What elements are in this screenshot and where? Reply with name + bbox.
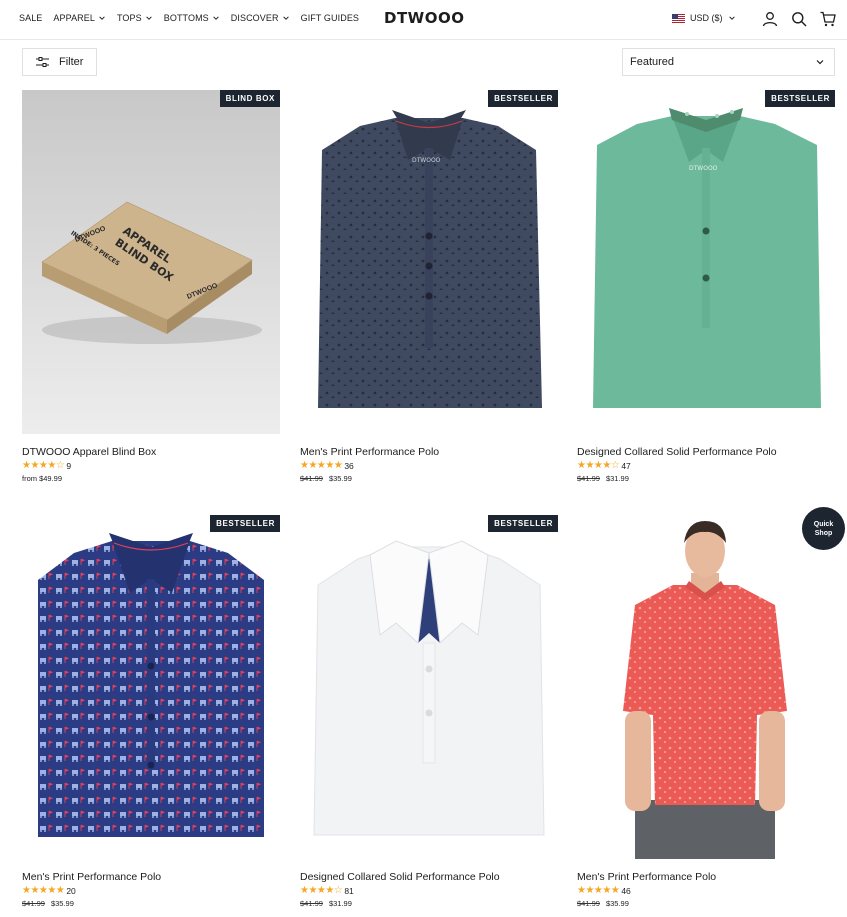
nav-label: DISCOVER — [230, 13, 279, 23]
filter-button[interactable]: Filter — [22, 48, 97, 76]
sort-select[interactable]: Featured — [622, 48, 835, 76]
nav-label: TOPS — [116, 13, 142, 23]
compare-price: $41.99 — [577, 474, 600, 483]
review-count: 36 — [344, 460, 354, 471]
product-title[interactable]: Designed Collared Solid Performance Polo — [300, 871, 500, 883]
account-icon[interactable] — [762, 11, 778, 27]
currency-selector[interactable]: USD ($) — [672, 13, 736, 23]
quick-shop-label-line2: Shop — [814, 529, 833, 537]
sort-value: Featured — [630, 56, 675, 68]
quick-shop-button[interactable]: Quick Shop — [802, 507, 845, 550]
chevron-down-icon — [99, 16, 105, 20]
cart-icon[interactable] — [820, 11, 836, 27]
product-price: $41.99 $35.99 — [22, 899, 74, 908]
compare-price: $41.99 — [300, 474, 323, 483]
nav-label: BOTTOMS — [163, 13, 209, 23]
product-price: from $49.99 — [22, 474, 62, 483]
nav-label: APPAREL — [53, 13, 95, 23]
svg-text:DTWOOO: DTWOOO — [412, 157, 441, 164]
current-price: from $49.99 — [22, 474, 63, 483]
product-title[interactable]: Men's Print Performance Polo — [300, 446, 439, 458]
product-badge: BLIND BOX — [219, 90, 280, 107]
compare-price: $41.99 — [577, 899, 600, 908]
chevron-down-icon — [728, 16, 735, 20]
site-logo[interactable]: DTWOOO — [384, 9, 464, 27]
review-count: 9 — [66, 460, 72, 471]
product-badge: BESTSELLER — [488, 90, 558, 107]
nav-tops[interactable]: TOPS — [117, 13, 153, 23]
chevron-down-icon — [282, 16, 289, 20]
site-header: SALE APPAREL TOPS BOTTOMS DISCOVER GIFT … — [0, 0, 847, 40]
review-count: 20 — [66, 885, 76, 896]
star-rating-icon: ★★★★☆ — [577, 460, 620, 471]
product-title[interactable]: Men's Print Performance Polo — [22, 871, 161, 883]
white-polo-image — [300, 515, 558, 859]
current-price: $35.99 — [328, 474, 352, 483]
chevron-down-icon — [213, 16, 219, 20]
coral-polo-model-image — [577, 515, 835, 859]
currency-label: USD ($) — [690, 13, 723, 23]
star-rating-icon: ★★★★☆ — [300, 885, 343, 896]
product-rating: ★★★★★ 20 — [22, 885, 76, 896]
main-nav: SALE APPAREL TOPS BOTTOMS DISCOVER GIFT … — [19, 13, 359, 23]
nav-discover[interactable]: DISCOVER — [231, 13, 290, 23]
svg-text:DTWOOO: DTWOOO — [689, 165, 718, 172]
current-price: $31.99 — [328, 899, 352, 908]
product-image[interactable]: BESTSELLER — [22, 515, 280, 859]
product-price: $41.99 $31.99 — [300, 899, 352, 908]
star-rating-icon: ★★★★★ — [22, 885, 65, 896]
nav-sale[interactable]: SALE — [19, 13, 42, 23]
nav-label: GIFT GUIDES — [300, 13, 360, 23]
quick-shop-label-line1: Quick — [813, 520, 834, 528]
search-icon[interactable] — [791, 11, 807, 27]
chevron-down-icon — [816, 60, 824, 65]
review-count: 47 — [621, 460, 631, 471]
review-count: 81 — [344, 885, 354, 896]
green-polo-image: DTWOOO — [577, 90, 835, 434]
product-price: $41.99 $35.99 — [300, 474, 352, 483]
blind-box-image: APPAREL BLIND BOX INSIDE: 3 PIECES DTWOO… — [22, 90, 280, 434]
nav-gift-guides[interactable]: GIFT GUIDES — [301, 13, 359, 23]
product-rating: ★★★★★ 36 — [300, 460, 354, 471]
product-rating: ★★★★★ 46 — [577, 885, 631, 896]
product-badge: BESTSELLER — [765, 90, 835, 107]
star-rating-icon: ★★★★★ — [300, 460, 343, 471]
current-price: $35.99 — [50, 899, 74, 908]
current-price: $31.99 — [605, 474, 629, 483]
product-price: $41.99 $31.99 — [577, 474, 629, 483]
current-price: $35.99 — [605, 899, 629, 908]
product-image[interactable]: APPAREL BLIND BOX INSIDE: 3 PIECES DTWOO… — [22, 90, 280, 434]
product-image[interactable]: DTWOOO BESTSELLER — [577, 90, 835, 434]
us-flag-icon — [672, 13, 685, 23]
product-price: $41.99 $35.99 — [577, 899, 629, 908]
nav-bottoms[interactable]: BOTTOMS — [164, 13, 220, 23]
star-rating-icon: ★★★★★ — [577, 885, 620, 896]
product-image[interactable]: DTWOOO BESTSELLER — [300, 90, 558, 434]
product-rating: ★★★★☆ 47 — [577, 460, 631, 471]
product-badge: BESTSELLER — [488, 515, 558, 532]
nav-label: SALE — [19, 13, 43, 23]
compare-price: $41.99 — [22, 899, 45, 908]
compare-price: $41.99 — [300, 899, 323, 908]
nav-apparel[interactable]: APPAREL — [53, 13, 106, 23]
navy-polo-image: DTWOOO — [300, 90, 558, 434]
product-badge: BESTSELLER — [210, 515, 280, 532]
product-title[interactable]: Men's Print Performance Polo — [577, 871, 716, 883]
filter-label: Filter — [59, 56, 84, 68]
product-rating: ★★★★☆ 9 — [22, 460, 71, 471]
star-rating-icon: ★★★★☆ — [22, 460, 65, 471]
product-rating: ★★★★☆ 81 — [300, 885, 354, 896]
blue-golfcart-polo-image — [22, 515, 280, 859]
product-title[interactable]: DTWOOO Apparel Blind Box — [22, 446, 156, 458]
product-title[interactable]: Designed Collared Solid Performance Polo — [577, 446, 777, 458]
chevron-down-icon — [145, 16, 152, 20]
product-image[interactable] — [577, 515, 835, 859]
product-image[interactable]: BESTSELLER — [300, 515, 558, 859]
filter-sliders-icon — [36, 57, 49, 67]
review-count: 46 — [621, 885, 631, 896]
